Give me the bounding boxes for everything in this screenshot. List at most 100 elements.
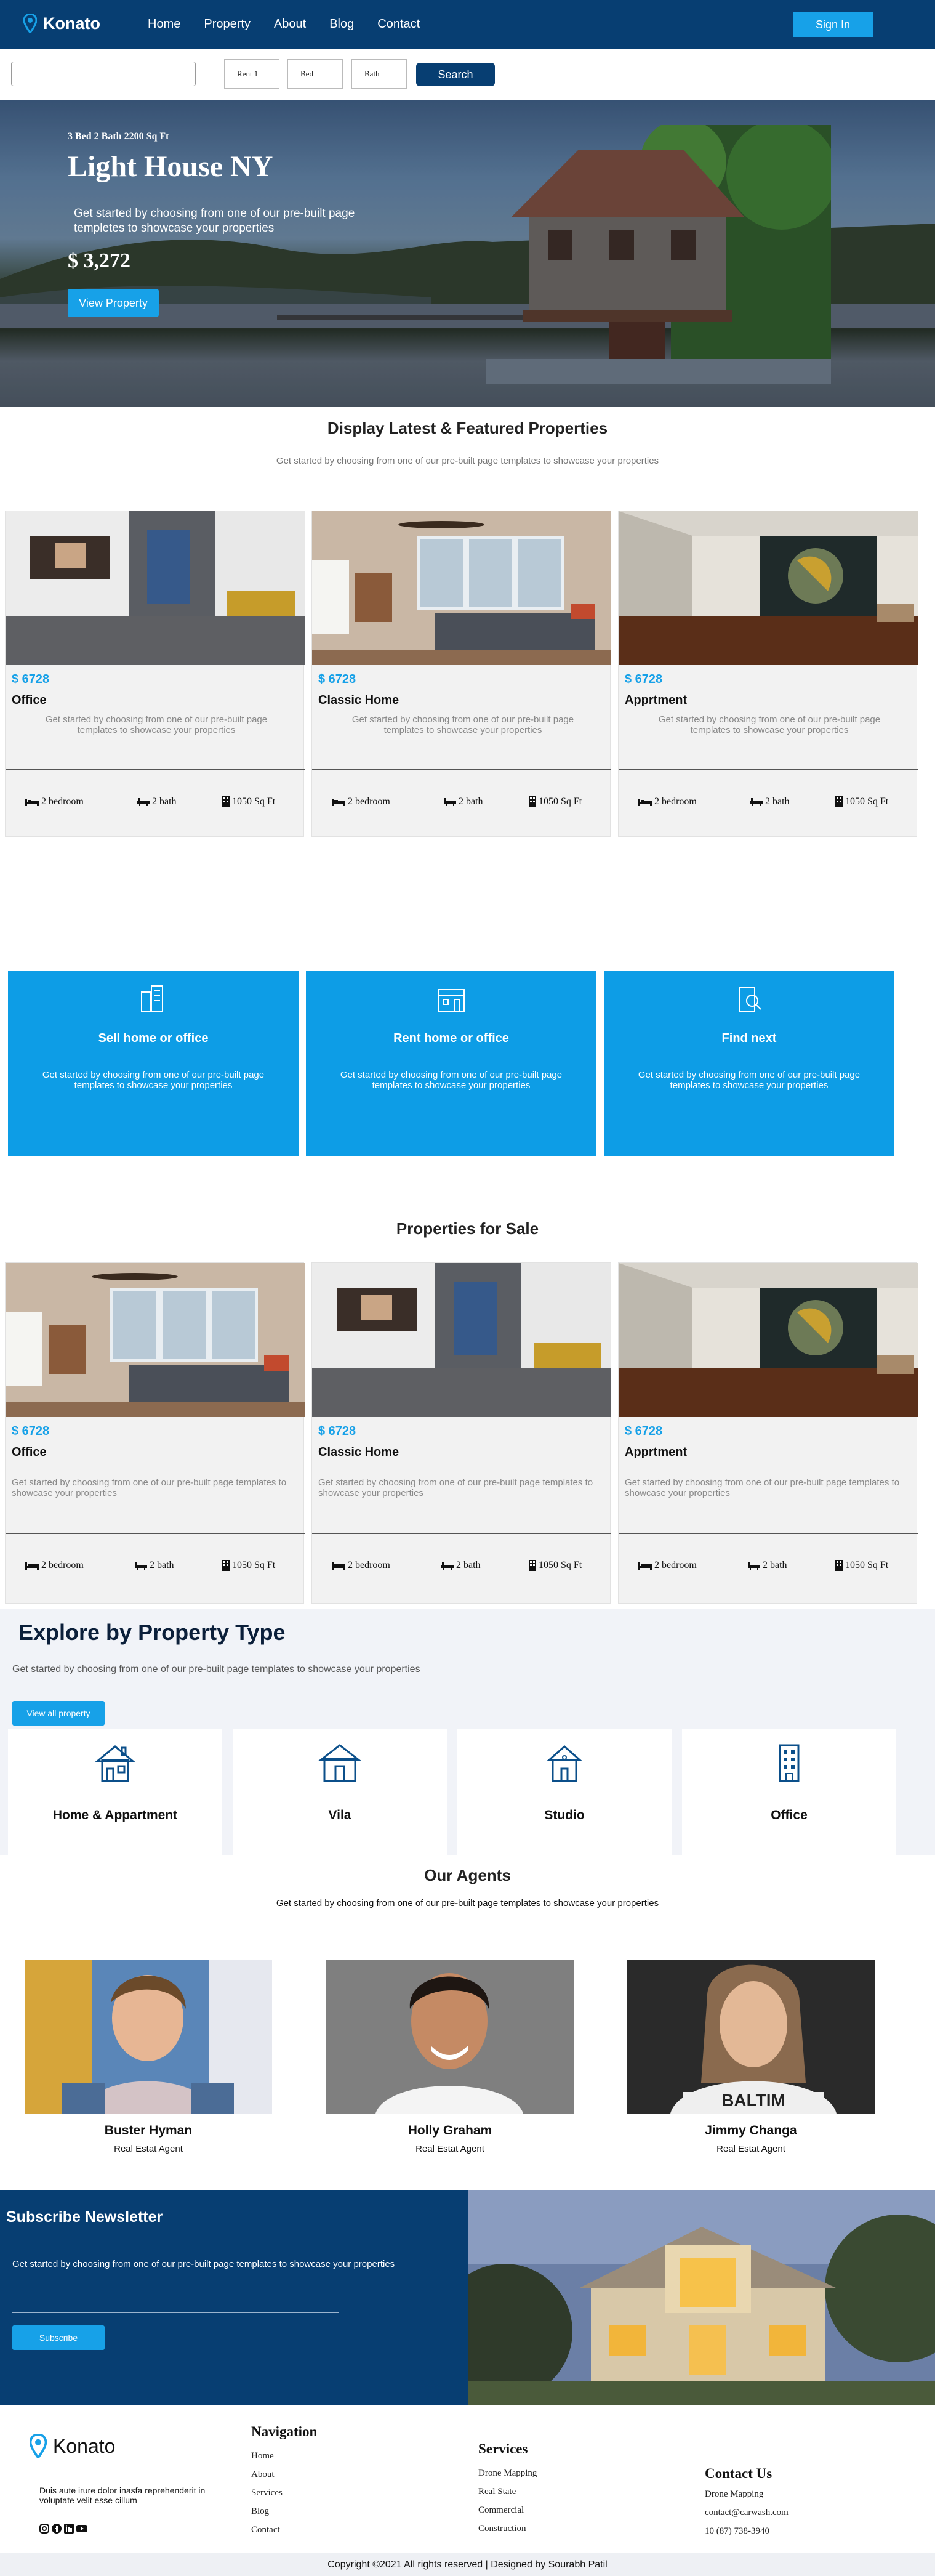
property-description: Get started by choosing from one of our … — [45, 714, 268, 735]
bath-icon — [137, 798, 150, 806]
bath-icon — [441, 1562, 454, 1570]
property-name: Office — [12, 693, 47, 707]
newsletter-section: Subscribe Newsletter Get started by choo… — [0, 2190, 468, 2405]
view-all-property-button[interactable]: View all property — [12, 1701, 105, 1726]
service-description: Get started by choosing from one of our … — [42, 1070, 265, 1091]
agents-section-subtitle: Get started by choosing from one of our … — [276, 1898, 659, 1908]
search-button[interactable]: Search — [416, 63, 495, 86]
hero-title: Light House NY — [68, 150, 273, 183]
social-links — [39, 2524, 87, 2534]
footer-nav-link[interactable]: About — [251, 2469, 275, 2480]
property-card[interactable]: $ 6728 Office Get started by choosing fr… — [5, 1262, 305, 1604]
baths-info: 2 bath — [137, 796, 177, 807]
property-card[interactable]: $ 6728 Apprtment Get started by choosing… — [618, 511, 918, 837]
bed-icon — [332, 799, 345, 806]
footer-service-link[interactable]: Real State — [478, 2487, 516, 2497]
service-card-sell[interactable]: Sell home or office Get started by choos… — [8, 971, 299, 1156]
nav-link-about[interactable]: About — [274, 17, 306, 31]
property-type-home[interactable]: Home & Appartment — [8, 1729, 222, 1855]
bedrooms-count: 2 bedroom — [654, 1560, 697, 1570]
service-card-rent[interactable]: Rent home or office Get started by choos… — [306, 971, 596, 1156]
nav-link-property[interactable]: Property — [204, 17, 251, 31]
copyright-bar: Copyright ©2021 All rights reserved | De… — [0, 2553, 935, 2576]
area-info: 1050 Sq Ft — [222, 796, 275, 807]
nav-link-blog[interactable]: Blog — [329, 17, 354, 31]
footer-contact-email[interactable]: contact@carwash.com — [705, 2508, 789, 2518]
nav-links: Home Property About Blog Contact — [148, 17, 443, 31]
area-value: 1050 Sq Ft — [539, 796, 582, 807]
service-card-find[interactable]: Find next Get started by choosing from o… — [604, 971, 894, 1156]
area-value: 1050 Sq Ft — [232, 1560, 276, 1570]
property-price: $ 6728 — [12, 1424, 50, 1438]
service-title: Sell home or office — [98, 1032, 209, 1045]
footer-service-link[interactable]: Commercial — [478, 2505, 524, 2516]
bed-select[interactable]: Bed — [287, 59, 343, 89]
property-card[interactable]: $ 6728 Apprtment Get started by choosing… — [618, 1262, 918, 1604]
rent-select[interactable]: Rent 1 — [224, 59, 279, 89]
footer-nav-link[interactable]: Blog — [251, 2506, 269, 2517]
property-image-apartment — [619, 1263, 918, 1417]
agent-role: Real Estat Agent — [716, 2144, 785, 2154]
agent-name: Buster Hyman — [104, 2123, 193, 2138]
location-pin-icon — [30, 2434, 47, 2458]
property-type-vila[interactable]: Vila — [233, 1729, 447, 1855]
subscribe-button[interactable]: Subscribe — [12, 2325, 105, 2350]
linkedin-icon[interactable] — [64, 2524, 74, 2534]
bedrooms-info: 2 bedroom — [638, 796, 697, 807]
newsletter-email-input[interactable] — [12, 2293, 339, 2313]
area-value: 1050 Sq Ft — [232, 796, 276, 807]
footer-brand-name: Konato — [53, 2434, 116, 2457]
property-description: Get started by choosing from one of our … — [318, 1477, 593, 1498]
footer-nav-link[interactable]: Contact — [251, 2525, 280, 2535]
brand-logo[interactable]: Konato — [23, 14, 100, 33]
villa-icon — [318, 1744, 361, 1782]
property-type-studio[interactable]: Studio — [457, 1729, 672, 1855]
bedrooms-info: 2 bedroom — [638, 1560, 697, 1571]
view-property-button[interactable]: View Property — [68, 289, 159, 317]
facebook-icon[interactable] — [52, 2524, 62, 2534]
property-name: Apprtment — [625, 1445, 688, 1459]
agent-role: Real Estat Agent — [415, 2144, 484, 2154]
property-type-office[interactable]: Office — [682, 1729, 896, 1855]
youtube-icon[interactable] — [76, 2524, 87, 2534]
property-price: $ 6728 — [318, 672, 356, 686]
area-info: 1050 Sq Ft — [835, 796, 888, 807]
bedrooms-info: 2 bedroom — [332, 1560, 390, 1571]
footer-about: Duis aute irure dolor inasfa reprehender… — [39, 2485, 206, 2505]
bedrooms-count: 2 bedroom — [348, 1560, 390, 1570]
footer-logo[interactable]: Konato — [30, 2434, 115, 2458]
baths-count: 2 bath — [459, 796, 483, 807]
property-name: Apprtment — [625, 693, 688, 707]
baths-info: 2 bath — [135, 1560, 174, 1571]
property-name: Classic Home — [318, 1445, 399, 1459]
search-input[interactable] — [11, 62, 196, 86]
property-card[interactable]: $ 6728 Classic Home Get started by choos… — [311, 511, 611, 837]
property-type-name: Studio — [544, 1808, 585, 1822]
hero-description: Get started by choosing from one of our … — [74, 207, 355, 235]
nav-link-home[interactable]: Home — [148, 17, 180, 31]
hero-banner: 3 Bed 2 Bath 2200 Sq Ft Light House NY G… — [0, 100, 935, 407]
card-divider — [619, 1533, 918, 1534]
hero-overlay — [0, 100, 935, 407]
footer-service-link[interactable]: Construction — [478, 2524, 526, 2534]
property-card[interactable]: $ 6728 Classic Home Get started by choos… — [311, 1262, 611, 1604]
area-value: 1050 Sq Ft — [845, 796, 889, 807]
service-title: Rent home or office — [393, 1032, 509, 1045]
building-area-icon — [835, 1560, 843, 1571]
service-description: Get started by choosing from one of our … — [340, 1070, 563, 1091]
instagram-icon[interactable] — [39, 2524, 49, 2534]
area-info: 1050 Sq Ft — [529, 796, 582, 807]
building-area-icon — [529, 1560, 536, 1571]
bath-select[interactable]: Bath — [351, 59, 407, 89]
sign-in-button[interactable]: Sign In — [793, 12, 873, 37]
property-image-classic-home — [6, 1263, 305, 1417]
nav-link-contact[interactable]: Contact — [377, 17, 420, 31]
footer-nav-link[interactable]: Services — [251, 2488, 283, 2498]
property-description: Get started by choosing from one of our … — [625, 1477, 900, 1498]
footer-contact-phone[interactable]: 10 (87) 738-3940 — [705, 2526, 769, 2537]
footer-nav-link[interactable]: Home — [251, 2451, 274, 2461]
property-card[interactable]: $ 6728 Office Get started by choosing fr… — [5, 511, 305, 837]
location-pin-icon — [23, 14, 37, 33]
footer-service-link[interactable]: Drone Mapping — [478, 2468, 537, 2479]
agent-name: Jimmy Changa — [705, 2123, 797, 2138]
